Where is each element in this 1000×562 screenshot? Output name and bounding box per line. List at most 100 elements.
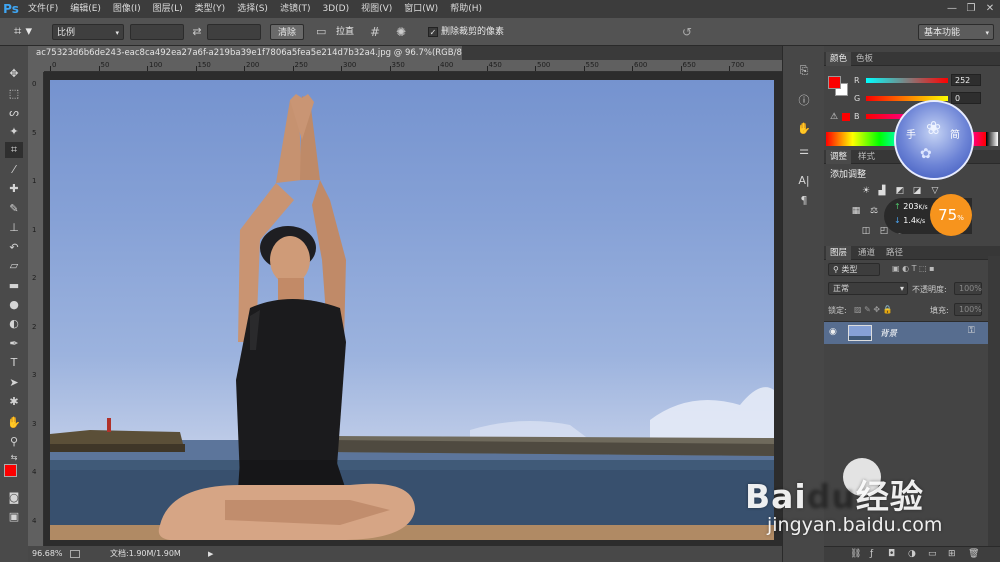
- gradient-tool-icon[interactable]: ▬: [5, 278, 23, 294]
- info-panel-icon[interactable]: ⓘ: [795, 92, 813, 108]
- curves-icon[interactable]: ◩: [894, 186, 906, 197]
- eyedropper-tool-icon[interactable]: ⁄: [5, 162, 23, 178]
- brightness-contrast-icon[interactable]: ☀: [860, 186, 872, 197]
- marquee-tool-icon[interactable]: ⬚: [5, 86, 23, 102]
- ratio-width-field[interactable]: [130, 24, 184, 40]
- type-tool-icon[interactable]: T: [5, 355, 23, 371]
- adjustment-layer-icon[interactable]: ◑: [908, 549, 916, 559]
- menu-item-9[interactable]: 窗口(W): [398, 0, 444, 18]
- visibility-eye-icon[interactable]: ◉: [829, 327, 837, 337]
- status-menu-arrow-icon[interactable]: ▶: [208, 546, 213, 562]
- screen-mode-icon[interactable]: ▣: [5, 509, 23, 525]
- memory-percent-badge[interactable]: 75%: [930, 194, 972, 236]
- new-group-icon[interactable]: ▭: [928, 549, 937, 559]
- layer-filter-icons[interactable]: ▣ ◐ T ⬚ ▪: [892, 264, 935, 273]
- foreground-color-swatch[interactable]: [4, 464, 17, 477]
- grayscale-ramp[interactable]: [986, 132, 998, 146]
- history-brush-tool-icon[interactable]: ↶: [5, 240, 23, 256]
- color-balance-icon[interactable]: ⚖: [868, 206, 880, 217]
- hue-saturation-icon[interactable]: ▦: [850, 206, 862, 217]
- crop-tool-icon[interactable]: ⌗: [5, 142, 23, 158]
- layer-name[interactable]: 背景: [880, 327, 897, 339]
- swap-icon[interactable]: ⇄: [190, 24, 204, 40]
- crop-tool-preset-icon[interactable]: ⌗ ▾: [14, 24, 40, 40]
- tab-color[interactable]: 颜色: [826, 52, 852, 66]
- dodge-tool-icon[interactable]: ◐: [5, 316, 23, 332]
- layers-scrollbar[interactable]: [988, 256, 1000, 546]
- tab-adjustments[interactable]: 调整: [826, 150, 852, 164]
- channel-r-value[interactable]: 252: [951, 74, 981, 86]
- path-selection-tool-icon[interactable]: ➤: [5, 375, 23, 391]
- menu-item-6[interactable]: 滤镜(T): [274, 0, 317, 18]
- menu-item-4[interactable]: 类型(Y): [189, 0, 232, 18]
- maximize-button[interactable]: ❐: [962, 0, 980, 18]
- workspace-select[interactable]: 基本功能 ▾: [918, 24, 994, 40]
- eraser-tool-icon[interactable]: ▱: [5, 258, 23, 274]
- delete-cropped-checkbox[interactable]: ✓: [428, 27, 438, 37]
- document-image[interactable]: [50, 80, 774, 540]
- gamut-swatch[interactable]: [842, 113, 850, 121]
- exposure-icon[interactable]: ◪: [911, 186, 923, 197]
- history-panel-icon[interactable]: ⎘: [795, 64, 813, 80]
- levels-icon[interactable]: ▟: [876, 186, 888, 197]
- custom-shape-tool-icon[interactable]: ✱: [5, 394, 23, 410]
- link-layers-icon[interactable]: ⛓: [850, 549, 861, 559]
- menu-item-2[interactable]: 图像(I): [107, 0, 147, 18]
- close-window-button[interactable]: ✕: [981, 0, 999, 18]
- tab-swatches[interactable]: 色板: [852, 52, 877, 66]
- magic-wand-tool-icon[interactable]: ✦: [5, 124, 23, 140]
- ratio-height-field[interactable]: [207, 24, 261, 40]
- minimize-button[interactable]: —: [943, 0, 961, 18]
- tab-channels[interactable]: 通道: [854, 246, 879, 260]
- layer-row[interactable]: ◉ 背景 ⚿: [824, 322, 988, 344]
- menu-item-1[interactable]: 编辑(E): [64, 0, 107, 18]
- vibrance-icon[interactable]: ▽: [929, 186, 941, 197]
- menu-item-8[interactable]: 视图(V): [355, 0, 398, 18]
- channel-r-slider[interactable]: [866, 78, 948, 83]
- lasso-tool-icon[interactable]: ᔕ: [5, 105, 23, 121]
- ratio-select[interactable]: 比例 ▾: [52, 24, 124, 40]
- gear-icon[interactable]: ✺: [396, 24, 410, 40]
- menu-item-5[interactable]: 选择(S): [231, 0, 274, 18]
- lock-icons[interactable]: ▨ ✎ ✥ 🔒: [854, 305, 893, 314]
- properties-panel-icon[interactable]: ⚌: [795, 144, 813, 160]
- channel-g-value[interactable]: 0: [951, 92, 981, 104]
- new-layer-icon[interactable]: ⊞: [948, 549, 956, 559]
- tab-styles[interactable]: 样式: [854, 150, 879, 164]
- pen-tool-icon[interactable]: ✒: [5, 336, 23, 352]
- gamut-warning-icon[interactable]: ⚠: [830, 112, 838, 122]
- tab-layers[interactable]: 图层: [826, 246, 852, 260]
- brush-tool-icon[interactable]: ✎: [5, 201, 23, 217]
- tab-paths[interactable]: 路径: [882, 246, 907, 260]
- status-icon[interactable]: [70, 550, 80, 558]
- add-mask-icon[interactable]: ◘: [888, 549, 895, 559]
- layer-filter-select[interactable]: ⚲ 类型: [828, 263, 880, 276]
- fill-field[interactable]: 100%: [954, 303, 982, 316]
- blend-mode-select[interactable]: 正常 ▾: [828, 282, 908, 295]
- menu-item-0[interactable]: 文件(F): [22, 0, 64, 18]
- reset-icon[interactable]: ↺: [682, 24, 696, 40]
- hand-tool-icon[interactable]: ✋: [5, 415, 23, 431]
- delete-layer-icon[interactable]: 🗑: [968, 549, 979, 559]
- menu-item-7[interactable]: 3D(D): [316, 0, 355, 18]
- ruler-origin[interactable]: [28, 60, 44, 72]
- overlay-grid-icon[interactable]: #: [370, 24, 384, 40]
- straighten-label[interactable]: 拉直: [336, 24, 358, 40]
- photo-filter-icon[interactable]: ◫: [860, 226, 872, 237]
- menu-item-3[interactable]: 图层(L): [147, 0, 189, 18]
- ruler-horizontal[interactable]: 0 50 100 150 200 250 300 350 400 450 500 550 600 650 7…: [44, 60, 782, 72]
- zoom-level[interactable]: 96.68%: [32, 546, 63, 562]
- healing-brush-tool-icon[interactable]: ✚: [5, 181, 23, 197]
- quick-mask-icon[interactable]: ◙: [5, 490, 23, 506]
- fx-icon[interactable]: ƒ: [870, 549, 873, 559]
- clear-button[interactable]: 清除: [270, 24, 304, 40]
- character-panel-icon[interactable]: A|: [795, 174, 813, 190]
- clone-stamp-tool-icon[interactable]: ⊥: [5, 220, 23, 236]
- zoom-tool-icon[interactable]: ⚲: [5, 434, 23, 450]
- move-tool-icon[interactable]: ✥: [5, 66, 23, 82]
- ruler-vertical[interactable]: 0 5 1 1 2 2 3 3 4 4: [28, 72, 44, 546]
- opacity-field[interactable]: 100%: [954, 282, 982, 295]
- blur-tool-icon[interactable]: ●: [5, 297, 23, 313]
- menu-item-10[interactable]: 帮助(H): [444, 0, 488, 18]
- paragraph-panel-icon[interactable]: ¶: [795, 194, 813, 210]
